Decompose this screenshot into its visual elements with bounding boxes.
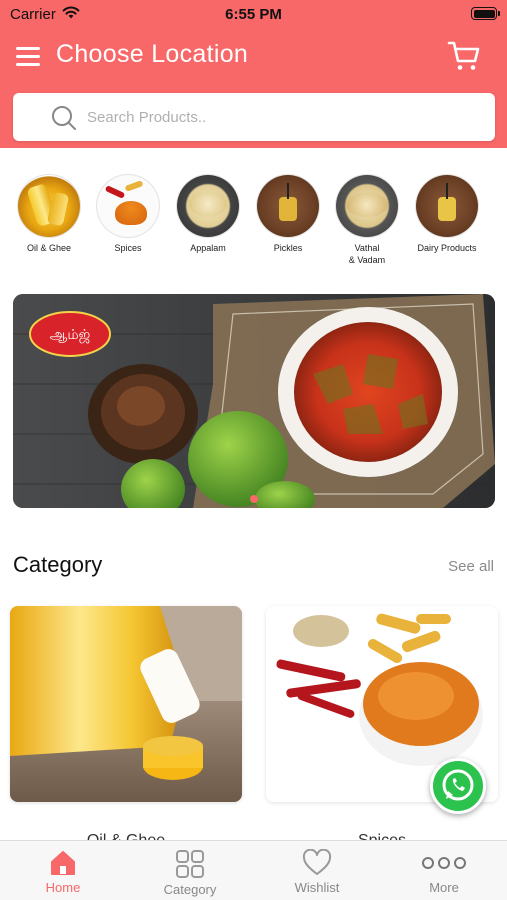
category-card-oil-ghee[interactable]: [10, 606, 242, 802]
page-title[interactable]: Choose Location: [56, 40, 248, 69]
cart-icon[interactable]: [446, 38, 482, 74]
status-bar: Carrier 6:55 PM: [0, 0, 507, 28]
tab-home[interactable]: Home: [0, 841, 126, 900]
quick-category-dairy-products[interactable]: Dairy Products: [407, 172, 487, 254]
tab-label: More: [429, 880, 459, 895]
promo-banner[interactable]: ஆம்ஜ்: [13, 294, 495, 508]
header: Carrier 6:55 PM Choose Location: [0, 0, 507, 148]
tab-label: Home: [45, 880, 81, 895]
oil-ghee-image: [10, 606, 242, 802]
bottom-tab-bar: Home Category Wishlist More: [0, 840, 507, 900]
banner-brand-logo: ஆம்ஜ்: [50, 327, 91, 343]
quick-category-spices[interactable]: Spices: [88, 172, 168, 254]
quick-category-label: Appalam: [190, 243, 226, 253]
oil-ghee-thumbnail: [18, 175, 80, 237]
quick-category-label: Pickles: [273, 243, 303, 253]
pickle-banner-image: ஆம்ஜ்: [13, 294, 495, 508]
category-section-title: Category: [13, 552, 103, 577]
quick-category-vathal-vadam[interactable]: Vathal & Vadam: [327, 172, 407, 266]
home-icon: [51, 851, 75, 875]
tab-label: Wishlist: [294, 880, 340, 895]
quick-category-pickles[interactable]: Pickles: [248, 172, 328, 254]
tab-label: Category: [163, 882, 217, 897]
grid-icon: [176, 850, 204, 878]
dairy-products-thumbnail: [416, 175, 478, 237]
tab-more[interactable]: More: [381, 841, 507, 900]
spices-thumbnail: [97, 175, 159, 237]
quick-category-oil-ghee[interactable]: Oil & Ghee: [9, 172, 89, 254]
heart-icon: [302, 849, 332, 875]
search-icon: [52, 106, 76, 130]
search-input[interactable]: [87, 93, 477, 141]
vathal-vadam-thumbnail: [336, 175, 398, 237]
whatsapp-chat-button[interactable]: [430, 758, 486, 814]
quick-category-appalam[interactable]: Appalam: [168, 172, 248, 254]
quick-category-label: Vathal & Vadam: [348, 243, 386, 265]
quick-category-label: Dairy Products: [417, 243, 477, 253]
menu-button[interactable]: [16, 44, 42, 68]
tab-category[interactable]: Category: [127, 841, 253, 900]
quick-category-label: Oil & Ghee: [26, 243, 72, 253]
clock: 6:55 PM: [225, 6, 282, 23]
see-all-link[interactable]: See all: [448, 558, 494, 575]
more-dots-icon: [422, 857, 466, 869]
pickles-thumbnail: [257, 175, 319, 237]
battery-icon: [471, 7, 500, 20]
appalam-thumbnail: [177, 175, 239, 237]
carousel-indicator[interactable]: [250, 495, 258, 503]
app-screen: Carrier 6:55 PM Choose Location Search P…: [0, 0, 507, 900]
search-bar[interactable]: [13, 93, 495, 141]
quick-category-strip: Oil & Ghee Spices Appalam Pickles Vathal…: [0, 172, 507, 272]
quick-category-label: Spices: [114, 243, 142, 253]
hamburger-icon: [16, 47, 40, 50]
tab-wishlist[interactable]: Wishlist: [254, 841, 380, 900]
whatsapp-icon: [442, 769, 474, 801]
